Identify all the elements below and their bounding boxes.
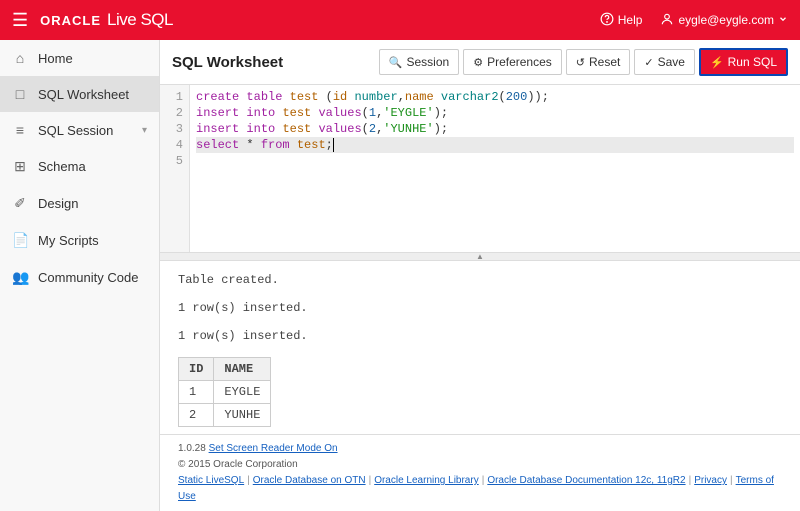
sidebar-item-sql-session[interactable]: ≡ SQL Session ▾ [0,112,159,148]
community-icon: 👥 [12,269,28,286]
sidebar-item-schema[interactable]: ⊞ Schema [0,148,159,185]
code-line[interactable]: select * from test; [196,137,794,153]
user-label: eygle@eygle.com [678,13,774,27]
table-cell: YUNHE [214,404,271,427]
footer-link[interactable]: Oracle Learning Library [374,475,479,486]
footer-link[interactable]: Static LiveSQL [178,475,244,486]
preferences-button[interactable]: ⚙ Preferences [463,49,562,75]
user-menu[interactable]: eygle@eygle.com [660,12,788,29]
sidebar-item-label: SQL Worksheet [38,87,129,102]
table-row: 2YUNHE [179,404,271,427]
result-table: IDNAME1EYGLE2YUNHE [178,357,271,427]
sidebar-item-label: Home [38,51,73,66]
help-link[interactable]: Help [600,12,643,29]
code-line[interactable]: create table test (id number,name varcha… [196,89,794,105]
page-title: SQL Worksheet [172,54,283,71]
reset-icon: ↺ [576,56,585,69]
worksheet-icon: □ [12,86,28,102]
result-message: Table created. [178,273,782,287]
copyright-label: © 2015 Oracle Corporation [178,457,782,473]
gear-icon: ⚙ [473,56,483,69]
help-icon [600,12,614,29]
footer: 1.0.28 Set Screen Reader Mode On © 2015 … [160,434,800,511]
code-line[interactable]: insert into test values(1,'EYGLE'); [196,105,794,121]
reset-button[interactable]: ↺ Reset [566,49,631,75]
help-label: Help [618,13,643,27]
footer-link[interactable]: Oracle Database Documentation 12c, 11gR2 [487,475,685,486]
user-icon [660,12,674,29]
table-row: 1EYGLE [179,381,271,404]
table-cell: 1 [179,381,214,404]
sql-editor[interactable]: 12345 create table test (id number,name … [160,85,800,253]
sidebar-item-home[interactable]: ⌂ Home [0,40,159,76]
worksheet-toolbar: SQL Worksheet 🔍 Session ⚙ Preferences ↺ … [160,40,800,85]
column-header: NAME [214,358,271,381]
app-header: ☰ ORACLE Live SQL Help eygle@eygle.com [0,0,800,40]
footer-link[interactable]: Oracle Database on OTN [253,475,366,486]
screen-reader-link[interactable]: Set Screen Reader Mode On [209,443,338,454]
chevron-down-icon: ▾ [142,125,147,136]
logo-product: Live SQL [107,10,173,30]
check-icon: ✓ [644,56,653,69]
editor-gutter: 12345 [160,85,190,252]
sidebar: ⌂ Home □ SQL Worksheet ≡ SQL Session ▾ ⊞… [0,40,160,511]
sidebar-item-design[interactable]: ✐ Design [0,185,159,222]
table-cell: 2 [179,404,214,427]
sidebar-item-label: Schema [38,159,86,174]
sidebar-item-sql-worksheet[interactable]: □ SQL Worksheet [0,76,159,112]
design-icon: ✐ [12,195,28,212]
session-icon: ≡ [12,122,28,138]
schema-icon: ⊞ [12,158,28,175]
save-button[interactable]: ✓ Save [634,49,695,75]
sidebar-item-label: My Scripts [38,233,99,248]
version-label: 1.0.28 [178,443,206,454]
code-line[interactable]: insert into test values(2,'YUNHE'); [196,121,794,137]
result-message: 1 row(s) inserted. [178,301,782,315]
sidebar-item-label: SQL Session [38,123,113,138]
sidebar-item-my-scripts[interactable]: 📄 My Scripts [0,222,159,259]
splitter-handle[interactable]: ▲ [160,253,800,261]
scripts-icon: 📄 [12,232,28,249]
column-header: ID [179,358,214,381]
main-content: SQL Worksheet 🔍 Session ⚙ Preferences ↺ … [160,40,800,511]
results-panel: Table created. 1 row(s) inserted. 1 row(… [160,261,800,434]
search-icon: 🔍 [389,56,403,69]
home-icon: ⌂ [12,50,28,66]
sidebar-item-community-code[interactable]: 👥 Community Code [0,259,159,296]
hamburger-icon[interactable]: ☰ [12,10,28,31]
sidebar-item-label: Community Code [38,270,138,285]
run-sql-button[interactable]: ⚡ Run SQL [699,48,788,76]
bolt-icon: ⚡ [710,56,724,69]
app-logo: ORACLE Live SQL [40,10,173,30]
result-message: 1 row(s) inserted. [178,329,782,343]
chevron-down-icon [778,13,788,27]
session-button[interactable]: 🔍 Session [379,49,459,75]
footer-links: Static LiveSQL|Oracle Database on OTN|Or… [178,473,782,505]
sidebar-item-label: Design [38,196,78,211]
editor-code[interactable]: create table test (id number,name varcha… [190,85,800,252]
logo-brand: ORACLE [40,13,101,28]
table-cell: EYGLE [214,381,271,404]
footer-link[interactable]: Privacy [694,475,727,486]
